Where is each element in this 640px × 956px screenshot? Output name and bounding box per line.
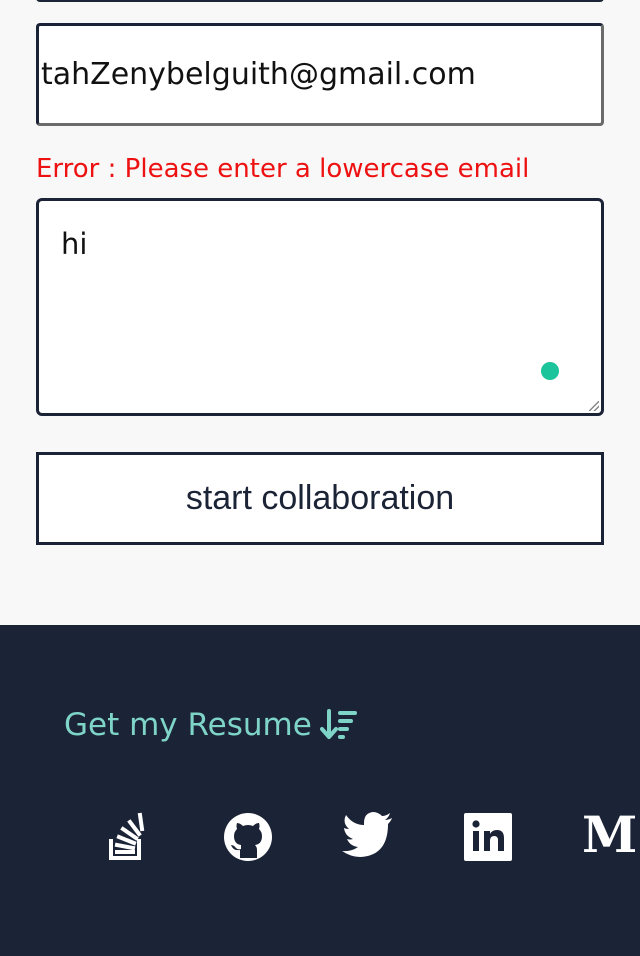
stackoverflow-icon[interactable]	[104, 811, 156, 863]
start-collaboration-button[interactable]: start collaboration	[36, 452, 604, 545]
linkedin-icon[interactable]	[462, 811, 514, 863]
get-resume-link[interactable]: Get my Resume	[64, 707, 358, 743]
medium-glyph: M	[582, 805, 638, 864]
grammar-status-dot[interactable]	[541, 362, 559, 380]
twitter-icon[interactable]	[342, 809, 394, 861]
email-field[interactable]	[36, 23, 604, 126]
message-textarea[interactable]: hi	[36, 198, 604, 416]
textarea-resize-handle[interactable]	[589, 401, 599, 411]
email-error-message: Error : Please enter a lowercase email	[36, 154, 530, 184]
github-icon[interactable]	[222, 811, 274, 863]
sort-amount-down-icon	[319, 708, 358, 742]
resume-label: Get my Resume	[64, 707, 312, 743]
site-footer: Get my Resume M	[0, 625, 640, 956]
medium-icon[interactable]: M	[582, 805, 638, 864]
previous-input-edge[interactable]	[36, 0, 604, 2]
